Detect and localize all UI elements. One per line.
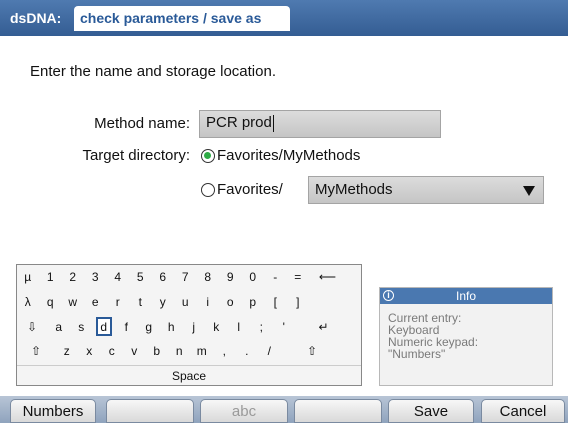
key-,[interactable]: , [217, 341, 233, 360]
key-9[interactable]: 9 [223, 267, 239, 286]
key-µ[interactable]: µ [20, 267, 36, 286]
key-=[interactable]: = [290, 267, 306, 286]
backspace-icon[interactable]: ⟵ [313, 267, 343, 286]
method-name-label: Method name: [94, 115, 190, 132]
softkey-2-button[interactable] [106, 399, 194, 423]
radio-favorites-mymethods[interactable]: Favorites/MyMethods [201, 147, 360, 164]
enter-icon[interactable]: ↵ [309, 317, 339, 336]
key-d[interactable]: d [96, 317, 112, 336]
shift-icon[interactable]: ⇧ [20, 341, 52, 360]
key-o[interactable]: o [223, 292, 239, 311]
key-k[interactable]: k [209, 317, 225, 336]
softkey-bar: Numbers abc Save Cancel [0, 396, 568, 423]
radio-favorites-folder[interactable]: Favorites/ [201, 181, 283, 198]
key-q[interactable]: q [43, 292, 59, 311]
key-4[interactable]: 4 [110, 267, 126, 286]
keyboard-row: µ 1 2 3 4 5 6 7 8 9 0- = ⟵ [17, 267, 361, 286]
key-s[interactable]: s [74, 317, 90, 336]
caps-lock-icon[interactable]: ⇩ [20, 317, 44, 336]
radio-button-selected-icon[interactable] [201, 148, 215, 163]
key-.[interactable]: . [239, 341, 255, 360]
key-r[interactable]: r [110, 292, 126, 311]
key-u[interactable]: u [178, 292, 194, 311]
key-l[interactable]: l [231, 317, 247, 336]
key-8[interactable]: 8 [200, 267, 216, 286]
key-a[interactable]: a [51, 317, 67, 336]
radio-label-1: Favorites/MyMethods [217, 147, 361, 164]
key-m[interactable]: m [194, 341, 210, 360]
context-prefix: dsDNA: [10, 10, 62, 26]
shift-icon[interactable]: ⇧ [296, 341, 328, 360]
target-directory-label: Target directory: [82, 147, 190, 164]
info-body: Current entry: Keyboard Numeric keypad: … [380, 304, 552, 360]
key-w[interactable]: w [65, 292, 81, 311]
key-f[interactable]: f [119, 317, 135, 336]
info-panel: i Info Current entry: Keyboard Numeric k… [379, 287, 553, 386]
key-1[interactable]: 1 [43, 267, 59, 286]
key-p[interactable]: p [245, 292, 261, 311]
softkey-4-button[interactable] [294, 399, 382, 423]
keyboard-row: ⇧ z x c v b n m,. / ⇧ [17, 341, 361, 360]
instruction-text: Enter the name and storage location. [30, 63, 276, 80]
directory-select[interactable]: MyMethods [308, 176, 544, 204]
keyboard-row: ⇩ a s d f g h j k l; ' ↵ [17, 317, 361, 336]
key-z[interactable]: z [59, 341, 75, 360]
key-/[interactable]: / [262, 341, 278, 360]
key-6[interactable]: 6 [155, 267, 171, 286]
key-[[interactable]: [ [268, 292, 284, 311]
key-λ[interactable]: λ [20, 292, 36, 311]
radio-label-2: Favorites/ [217, 181, 283, 198]
info-line: "Numbers" [388, 347, 446, 361]
method-name-input[interactable]: PCR prod [199, 110, 441, 138]
key--[interactable]: - [268, 267, 284, 286]
key-v[interactable]: v [127, 341, 143, 360]
key-e[interactable]: e [88, 292, 104, 311]
key-g[interactable]: g [141, 317, 157, 336]
key-b[interactable]: b [149, 341, 165, 360]
key-5[interactable]: 5 [133, 267, 149, 286]
key-h[interactable]: h [164, 317, 180, 336]
key-3[interactable]: 3 [88, 267, 104, 286]
key-j[interactable]: j [186, 317, 202, 336]
key-;[interactable]: ; [254, 317, 270, 336]
key-][interactable]: ] [290, 292, 306, 311]
numbers-button[interactable]: Numbers [10, 399, 96, 423]
keyboard-row: λ q w e r t y u i o p [] [17, 292, 361, 311]
key-0[interactable]: 0 [245, 267, 261, 286]
save-button[interactable]: Save [388, 399, 474, 423]
key-y[interactable]: y [155, 292, 171, 311]
key-t[interactable]: t [133, 292, 149, 311]
title-bar: dsDNA: check parameters / save as [0, 0, 568, 36]
key-i[interactable]: i [200, 292, 216, 311]
key-2[interactable]: 2 [65, 267, 81, 286]
key-space[interactable]: Space [17, 365, 361, 385]
onscreen-keyboard: Space µ 1 2 3 4 5 6 7 8 9 0- = ⟵ λ q w e r t y u i o p [] ⇩ a s d f g h… [16, 264, 362, 386]
cancel-button[interactable]: Cancel [481, 399, 565, 423]
abc-button[interactable]: abc [200, 399, 288, 423]
dropdown-arrow-icon[interactable] [523, 186, 535, 196]
info-title: Info [455, 289, 476, 303]
directory-select-value: MyMethods [315, 181, 393, 198]
radio-button-icon[interactable] [201, 182, 215, 197]
info-panel-header: i Info [380, 288, 552, 304]
key-x[interactable]: x [82, 341, 98, 360]
key-c[interactable]: c [104, 341, 120, 360]
key-n[interactable]: n [172, 341, 188, 360]
screen-title-tab: check parameters / save as [74, 6, 290, 31]
key-'[interactable]: ' [276, 317, 292, 336]
method-name-value: PCR prod [206, 114, 272, 131]
text-caret [272, 114, 274, 132]
key-7[interactable]: 7 [178, 267, 194, 286]
